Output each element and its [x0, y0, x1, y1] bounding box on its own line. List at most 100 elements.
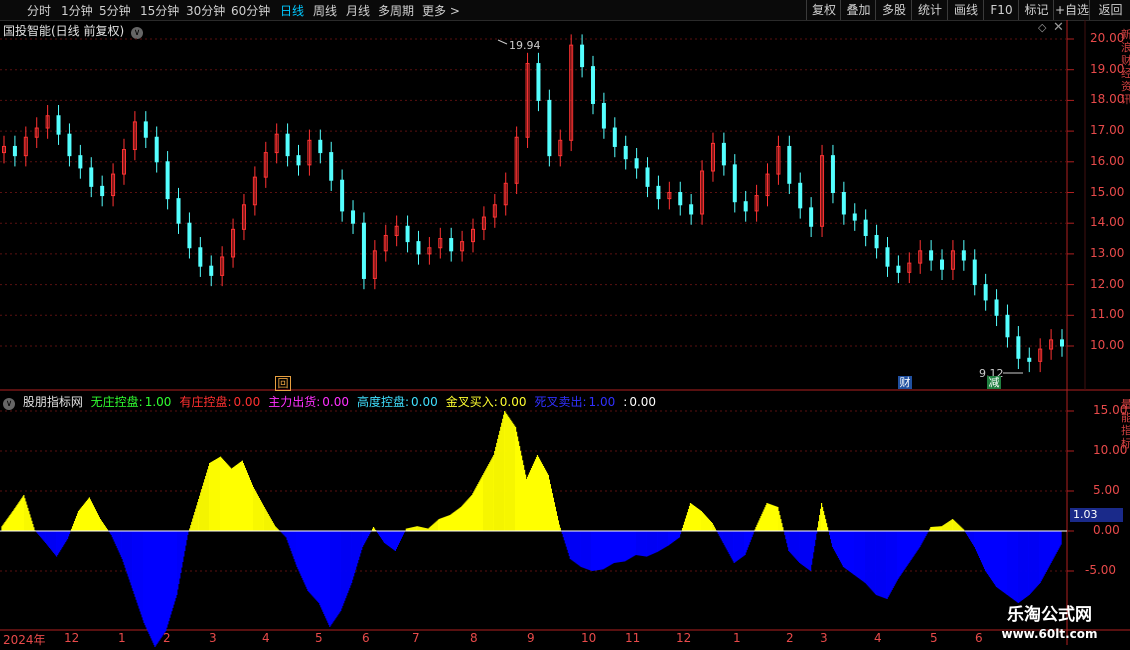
candle-body — [296, 155, 301, 166]
legend-label: 高度控盘: — [356, 395, 410, 409]
candle-body — [972, 259, 977, 286]
legend-label: 金叉买入: — [445, 395, 498, 409]
chart-canvas — [0, 20, 1130, 647]
candle-body — [656, 185, 661, 200]
candle-body — [340, 179, 345, 212]
candle-body — [721, 142, 726, 166]
price-tick-label: 10.00 — [1090, 338, 1125, 352]
date-tick-label: 10 — [581, 631, 597, 645]
candle-body — [798, 182, 803, 209]
legend-item: 死叉卖出: 1.00 — [535, 395, 620, 409]
date-tick-label: 6 — [975, 631, 983, 645]
candle-body — [940, 259, 945, 270]
date-tick-label: 8 — [470, 631, 478, 645]
watermark-url: www.60lt.com — [1001, 627, 1098, 641]
date-tick-label: 3 — [209, 631, 217, 645]
candle-body — [994, 299, 999, 316]
event-mark-finance[interactable]: 财 — [898, 376, 912, 389]
candle-body — [1027, 357, 1032, 362]
watermark-title: 乐淘公式网 — [1007, 605, 1092, 625]
info-side-text: 新浪财经资讯 — [1121, 28, 1130, 106]
legend-item: 主力出货: 0.00 — [268, 395, 353, 409]
legend-label: : — [623, 395, 628, 409]
candle-body — [89, 167, 94, 187]
candle-body — [12, 145, 17, 157]
chevron-down-icon[interactable]: ∨ — [3, 398, 15, 410]
candle-body — [67, 133, 72, 157]
candle-body — [743, 201, 748, 212]
price-tick-label: 13.00 — [1090, 245, 1125, 260]
date-tick-label: 7 — [412, 631, 420, 645]
candle-body — [165, 161, 170, 200]
price-tick-label: 12.00 — [1090, 276, 1125, 291]
candle-body — [852, 213, 857, 221]
date-tick-label: 1 — [733, 631, 741, 645]
candle-body — [580, 44, 585, 68]
event-mark-reduce[interactable]: 减 — [987, 376, 1001, 389]
candle-body — [1060, 339, 1064, 347]
date-tick-label: 5 — [315, 631, 323, 645]
price-tick-label: 20.00 — [1090, 31, 1125, 45]
date-tick-label: 1 — [118, 631, 126, 645]
high-price-label: 19.94 — [509, 39, 541, 52]
candle-body — [929, 250, 934, 261]
candle-body — [318, 139, 323, 154]
price-tick-label: 14.00 — [1090, 215, 1125, 230]
legend-label: 死叉卖出: — [534, 395, 587, 409]
candle-body — [143, 121, 148, 138]
indicator-tick-label: 0.00 — [1093, 523, 1120, 537]
legend-label: 无庄控盘: — [90, 395, 143, 409]
candle-body — [176, 198, 181, 224]
candle-body — [623, 145, 628, 160]
candle-body — [809, 207, 814, 227]
candle-body — [405, 225, 410, 243]
candle-body — [547, 99, 552, 157]
date-tick-label: 12 — [676, 631, 692, 645]
candle-body — [416, 241, 421, 255]
date-tick-label: 2 — [786, 631, 794, 645]
legend-item: :0.00 — [623, 395, 660, 409]
candle-body — [361, 222, 366, 279]
candle-body — [329, 152, 334, 181]
legend-value: 1.00 — [144, 395, 172, 409]
date-tick-label: 11 — [625, 631, 641, 645]
candle-body — [601, 102, 606, 129]
candle-body — [689, 204, 694, 215]
candle-body — [645, 167, 650, 187]
candle-body — [874, 234, 879, 249]
indicator-name: 股朋指标网 — [22, 395, 83, 409]
candle-body — [154, 136, 159, 163]
price-tick-label: 19.00 — [1090, 61, 1125, 76]
indicator-tick-label: 5.00 — [1093, 483, 1120, 497]
candle-body — [830, 155, 835, 194]
high-pointer — [497, 39, 508, 45]
candle-body — [787, 145, 792, 184]
date-tick-label: 4 — [262, 631, 270, 645]
event-mark-buyback[interactable]: 回 — [275, 376, 291, 391]
candle-body — [1016, 336, 1021, 359]
candle-body — [536, 63, 541, 101]
date-tick-label: 3 — [820, 631, 828, 645]
candle-body — [732, 164, 737, 203]
legend-value: 0.00 — [499, 395, 527, 409]
candle-body — [612, 127, 617, 147]
price-tick-label: 18.00 — [1090, 92, 1125, 107]
candle-body — [896, 265, 901, 273]
date-tick-label: 12 — [64, 631, 80, 645]
price-tick-label: 16.00 — [1090, 153, 1125, 168]
candle-body — [351, 210, 356, 224]
candle-body — [841, 192, 846, 215]
candle-body — [863, 219, 868, 236]
date-tick-label: 2 — [163, 631, 171, 645]
candle-body — [983, 284, 988, 301]
candle-body — [100, 185, 105, 197]
indicator-legend: ∨ 股朋指标网 无庄控盘: 1.00 有庄控盘: 0.00 主力出货: 0.00 高度控盘:… — [3, 393, 668, 410]
candle-body — [1005, 314, 1010, 338]
legend-item: 无庄控盘: 1.00 — [91, 395, 176, 409]
candle-body — [961, 250, 966, 261]
legend-value: 0.00 — [411, 395, 438, 409]
indicator-side-text: 量能指标 — [1121, 398, 1130, 450]
date-tick-label: 4 — [874, 631, 882, 645]
legend-value: 1.00 — [588, 395, 616, 409]
legend-value: 0.00 — [629, 395, 657, 409]
